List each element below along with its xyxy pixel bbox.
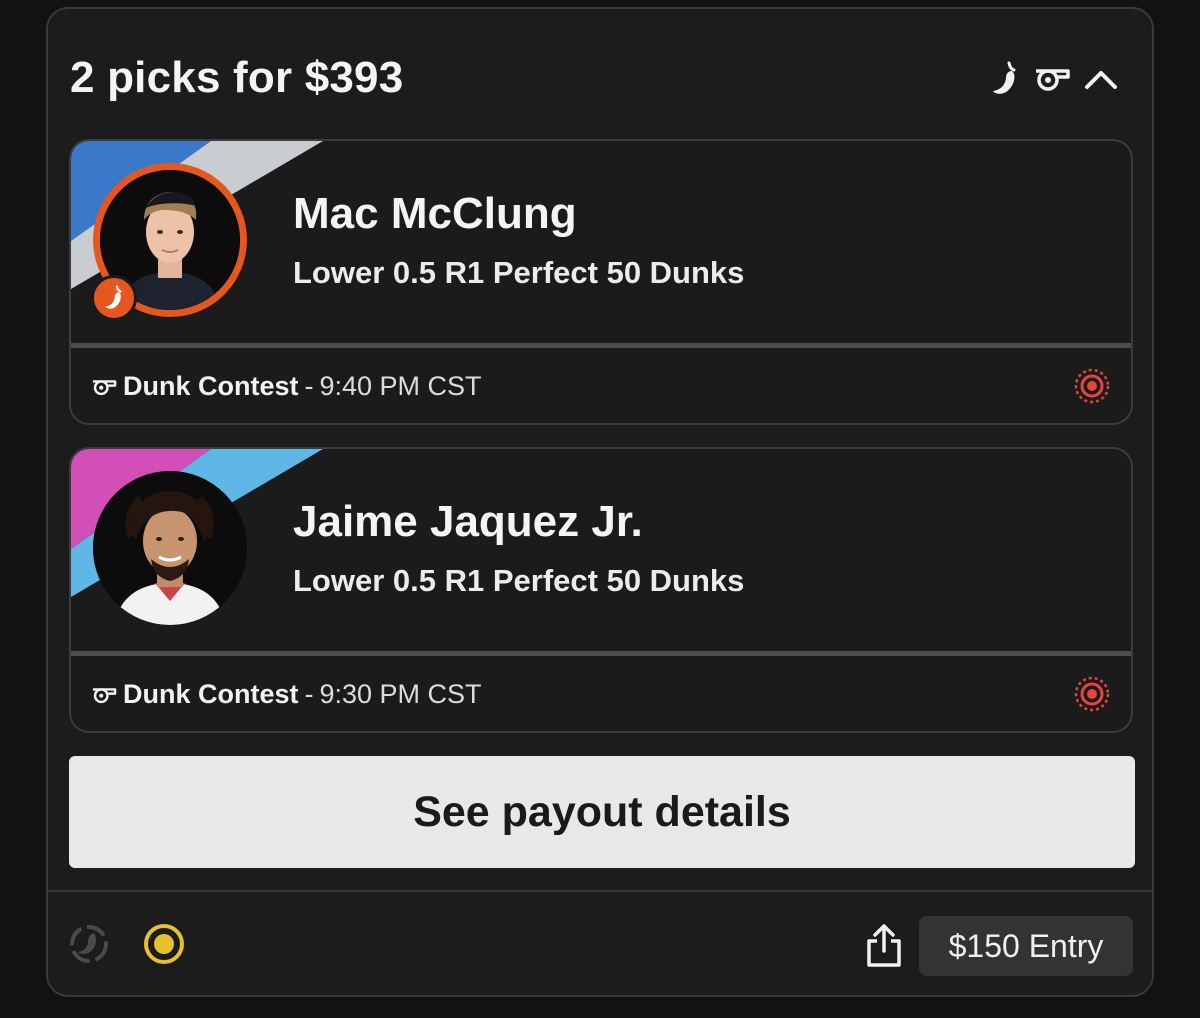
entry-panel: 2 picks for $393 Mac McClung Lower 0.5 R…: [46, 7, 1154, 997]
event-time: 9:40 PM CST: [319, 371, 482, 401]
share-icon[interactable]: [864, 923, 904, 969]
event-separator: -: [304, 679, 314, 709]
footer-divider: [48, 890, 1152, 892]
spicy-badge: [91, 275, 137, 321]
live-indicator-icon: [1074, 676, 1110, 712]
spicy-pepper-icon[interactable]: [990, 61, 1020, 97]
chevron-up-icon[interactable]: [1084, 68, 1118, 90]
whistle-icon: [92, 687, 117, 703]
event-info: Dunk Contest - 9:40 PM CST: [91, 371, 482, 402]
pick-line: Lower 0.5 R1 Perfect 50 Dunks: [293, 563, 745, 598]
event-time: 9:30 PM CST: [319, 679, 482, 709]
pick-card[interactable]: Jaime Jaquez Jr. Lower 0.5 R1 Perfect 50…: [69, 447, 1133, 733]
entry-amount-button[interactable]: $150 Entry: [919, 916, 1133, 976]
event-separator: -: [304, 371, 314, 401]
status-indicator-icon: [144, 924, 184, 964]
card-divider: [71, 343, 1131, 348]
flex-play-icon[interactable]: [68, 923, 110, 965]
whistle-icon: [92, 379, 117, 395]
pick-line: Lower 0.5 R1 Perfect 50 Dunks: [293, 255, 745, 290]
footer-status: [68, 922, 186, 966]
pick-summary: Mac McClung Lower 0.5 R1 Perfect 50 Dunk…: [71, 141, 1131, 345]
event-info: Dunk Contest - 9:30 PM CST: [91, 679, 482, 710]
entry-title: 2 picks for $393: [70, 53, 404, 102]
player-name: Jaime Jaquez Jr.: [293, 497, 643, 546]
spicy-pepper-icon: [105, 285, 122, 309]
event-name: Dunk Contest: [123, 371, 299, 401]
player-name: Mac McClung: [293, 189, 577, 238]
header-actions: [990, 61, 1118, 97]
player-avatar: [93, 471, 247, 625]
event-name: Dunk Contest: [123, 679, 299, 709]
see-payout-details-button[interactable]: See payout details: [69, 756, 1135, 868]
pick-summary: Jaime Jaquez Jr. Lower 0.5 R1 Perfect 50…: [71, 449, 1131, 653]
live-indicator-icon: [1074, 368, 1110, 404]
card-divider: [71, 651, 1131, 656]
whistle-icon[interactable]: [1034, 66, 1070, 92]
pick-card[interactable]: Mac McClung Lower 0.5 R1 Perfect 50 Dunk…: [69, 139, 1133, 425]
